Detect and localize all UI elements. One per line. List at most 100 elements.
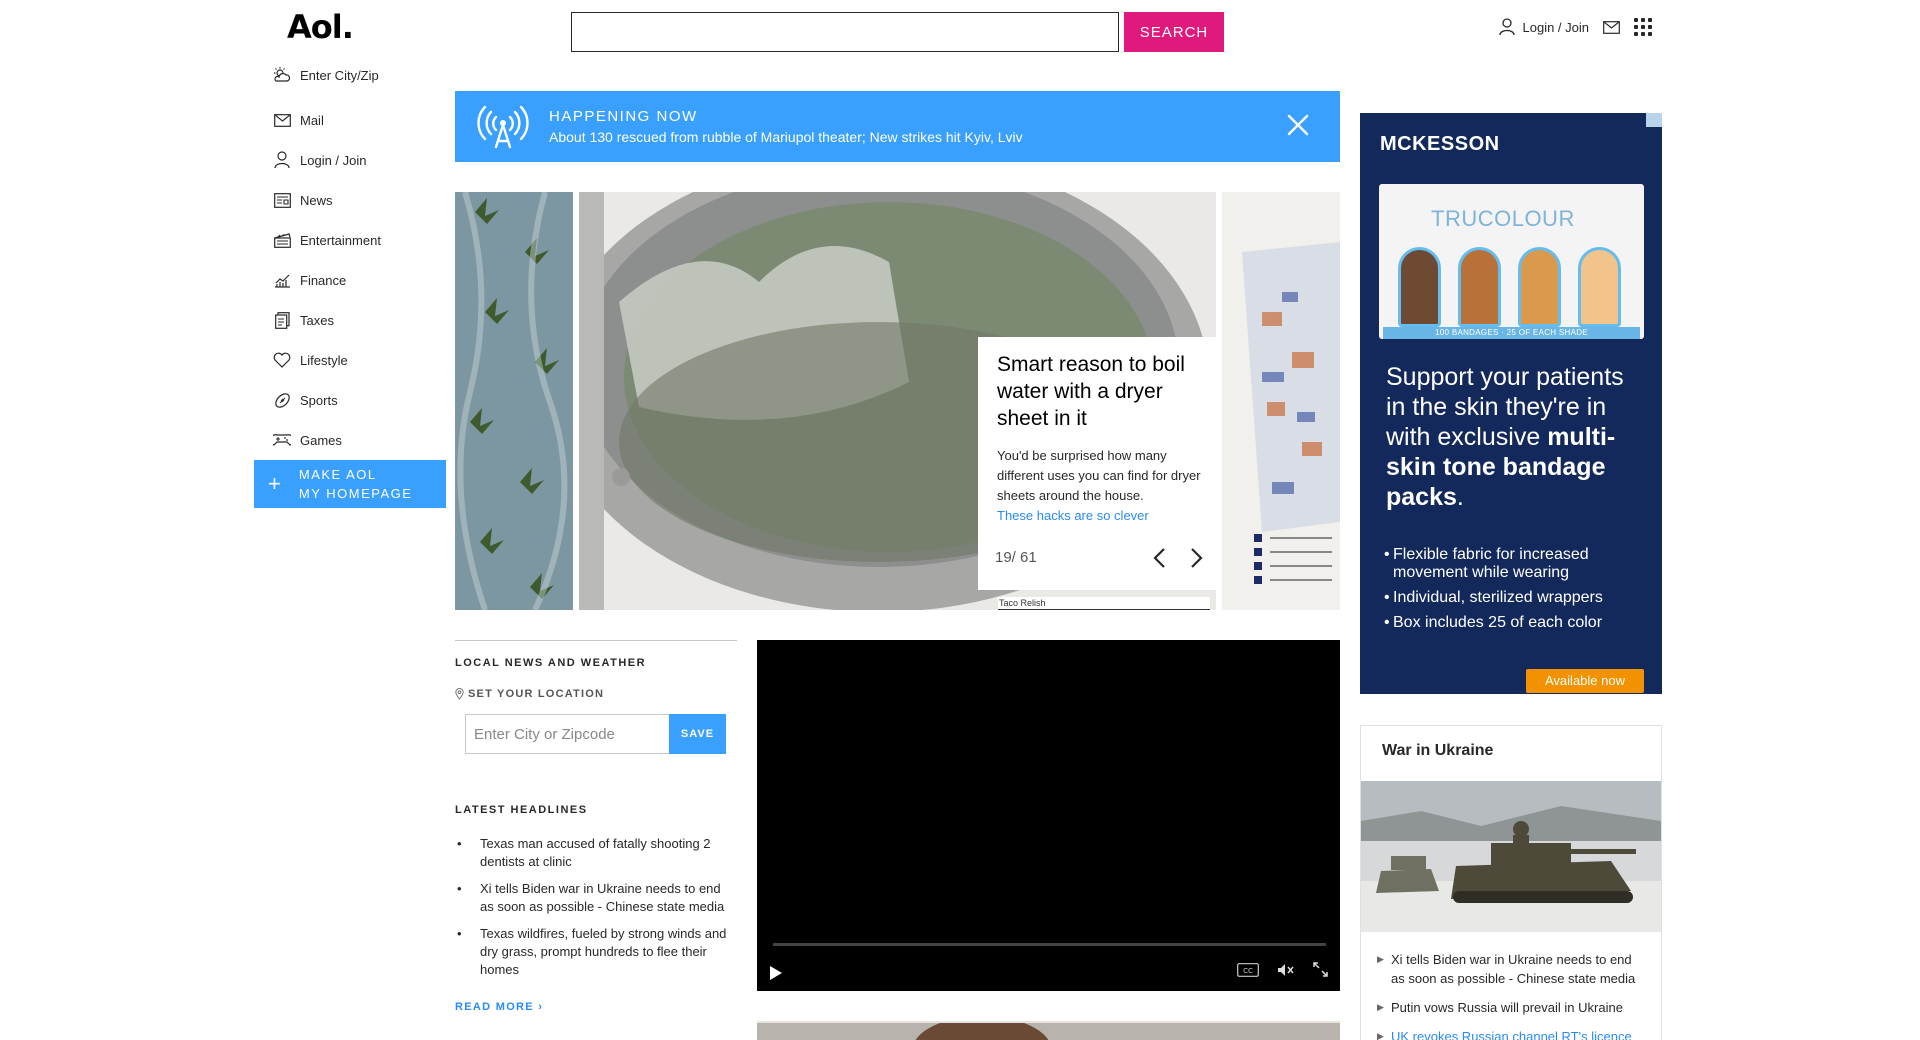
slideshow-carousel: Smart reason to boil water with a dryer … (455, 192, 1340, 610)
ad-product-strip: 100 BANDAGES · 25 OF EACH SHADE (1383, 327, 1640, 339)
aol-logo[interactable]: Aol. (287, 8, 354, 46)
location-pin-icon (455, 688, 464, 700)
plus-icon: + (268, 471, 281, 496)
close-icon[interactable] (1286, 113, 1310, 137)
location-form: SAVE (465, 714, 737, 754)
header-login-label: Login / Join (1522, 19, 1590, 35)
latest-headlines-title: LATEST HEADLINES (455, 804, 588, 816)
bandage-medium-dark (1458, 247, 1501, 327)
broadcast-icon (477, 105, 529, 148)
mail-icon (273, 111, 291, 129)
slide-description: You'd be surprised how many different us… (997, 448, 1201, 503)
nav-label: Taxes (300, 312, 334, 328)
svg-text:CC: CC (1243, 967, 1253, 975)
search-button[interactable]: SEARCH (1124, 12, 1224, 52)
nav-item-lifestyle[interactable]: Lifestyle (273, 340, 453, 380)
banner-heading: HAPPENING NOW (549, 108, 698, 125)
headline-item[interactable]: Xi tells Biden war in Ukraine needs to e… (455, 880, 737, 916)
play-icon[interactable] (769, 965, 783, 981)
make-homepage-button[interactable]: + MAKE AOL MY HOMEPAGE (254, 460, 446, 508)
slide-ad-strip[interactable]: Taco Relish (998, 597, 1210, 610)
nav-item-taxes[interactable]: Taxes (273, 300, 453, 340)
nav-item-weather[interactable]: Enter City/Zip (273, 64, 453, 86)
nav-item-entertainment[interactable]: Entertainment (273, 220, 453, 260)
chevron-left-icon[interactable] (1151, 546, 1169, 570)
apps-grid-icon[interactable] (1634, 18, 1652, 36)
war-module-image[interactable] (1361, 781, 1661, 932)
news-icon (273, 191, 291, 209)
nav-label: Enter City/Zip (300, 67, 379, 83)
slide-link[interactable]: These hacks are so clever (997, 506, 1203, 526)
bandage-medium (1518, 247, 1561, 327)
banner-text: About 130 rescued from rubble of Mariupo… (549, 129, 1023, 145)
headline-item[interactable]: Texas wildfires, fueled by strong winds … (455, 925, 737, 979)
ad-product-image: TRUCOLOUR 100 BANDAGES · 25 OF EACH SHAD… (1379, 184, 1644, 339)
next-article-image[interactable] (757, 1021, 1340, 1040)
header-actions: Login / Join (1498, 18, 1652, 36)
mckesson-ad[interactable]: MCKESSON TRUCOLOUR 100 BANDAGES · 25 OF … (1360, 113, 1662, 694)
nav-label: Login / Join (300, 152, 367, 168)
location-save-button[interactable]: SAVE (669, 714, 726, 754)
headline-item[interactable]: Texas man accused of fatally shooting 2 … (455, 835, 737, 871)
user-icon (1498, 18, 1515, 36)
ad-product-logo: TRUCOLOUR (1431, 206, 1575, 231)
homepage-line-1: MAKE AOL (298, 467, 377, 482)
gamepad-icon (273, 431, 291, 449)
portrait-image (757, 1021, 1340, 1040)
location-input[interactable] (465, 714, 669, 754)
slide-counter: 19/ 61 (995, 549, 1037, 566)
war-headline-item[interactable]: UK revokes Russian channel RT's licence (1377, 1027, 1647, 1040)
chevron-right-icon[interactable] (1187, 546, 1205, 570)
finance-icon (273, 271, 291, 289)
mute-icon[interactable] (1277, 963, 1295, 982)
nav-label: News (300, 192, 333, 208)
read-more-link[interactable]: READ MORE › (455, 1001, 543, 1013)
slide-caption: Smart reason to boil water with a dryer … (978, 337, 1221, 590)
nav-label: Games (300, 432, 342, 448)
adchoices-icon[interactable] (1646, 113, 1662, 127)
ad-bullet: Flexible fabric for increased movement w… (1384, 546, 1652, 582)
ad-bullets: Flexible fabric for increased movement w… (1384, 546, 1652, 639)
war-headline-item[interactable]: Xi tells Biden war in Ukraine needs to e… (1377, 950, 1647, 988)
nav-item-sports[interactable]: Sports (273, 380, 453, 420)
clapper-icon (273, 231, 291, 249)
ad-bullet: Box includes 25 of each color (1384, 614, 1652, 632)
nav-item-login[interactable]: Login / Join (273, 140, 453, 180)
left-nav: Enter City/Zip Mail Login / Join News En… (273, 64, 453, 460)
slide-title: Smart reason to boil water with a dryer … (997, 353, 1185, 430)
local-news-section: LOCAL NEWS AND WEATHER SET YOUR LOCATION… (455, 640, 737, 1015)
tank-image (1361, 781, 1661, 932)
nav-item-mail[interactable]: Mail (273, 100, 453, 140)
war-module-title: War in Ukraine (1382, 742, 1494, 759)
video-controls: CC (757, 951, 1340, 991)
search-input[interactable] (571, 12, 1119, 52)
set-location-label: SET YOUR LOCATION (455, 688, 737, 700)
taxes-icon (273, 311, 291, 329)
video-player[interactable]: CC (757, 640, 1340, 991)
nav-label: Mail (300, 112, 324, 128)
next-slide-image[interactable] (1222, 192, 1340, 610)
bandage-light (1578, 247, 1621, 327)
football-icon (273, 391, 291, 409)
ad-cta-button[interactable]: Available now (1526, 669, 1644, 693)
video-progress-bar[interactable] (773, 943, 1326, 946)
war-headline-list: Xi tells Biden war in Ukraine needs to e… (1361, 932, 1661, 1040)
nav-item-news[interactable]: News (273, 180, 453, 220)
search-bar: SEARCH (571, 12, 1224, 52)
nav-label: Finance (300, 272, 347, 288)
nav-item-games[interactable]: Games (273, 420, 453, 460)
ad-tagline: Support your patients in the skin they'r… (1386, 363, 1624, 511)
leaf-pattern-image (455, 192, 573, 610)
closed-captions-icon[interactable]: CC (1237, 962, 1259, 982)
weather-icon (273, 66, 291, 84)
war-headline-item[interactable]: Putin vows Russia will prevail in Ukrain… (1377, 998, 1647, 1017)
breaking-news-banner[interactable]: HAPPENING NOW About 130 rescued from rub… (455, 91, 1340, 162)
nav-item-finance[interactable]: Finance (273, 260, 453, 300)
ad-brand: MCKESSON (1380, 133, 1500, 155)
local-news-title: LOCAL NEWS AND WEATHER (455, 657, 647, 669)
header-login-link[interactable]: Login / Join (1498, 18, 1590, 36)
prev-slide-image[interactable] (455, 192, 573, 610)
fullscreen-icon[interactable] (1313, 962, 1328, 982)
mail-icon[interactable] (1603, 20, 1620, 34)
ad-bullet: Individual, sterilized wrappers (1384, 589, 1652, 607)
